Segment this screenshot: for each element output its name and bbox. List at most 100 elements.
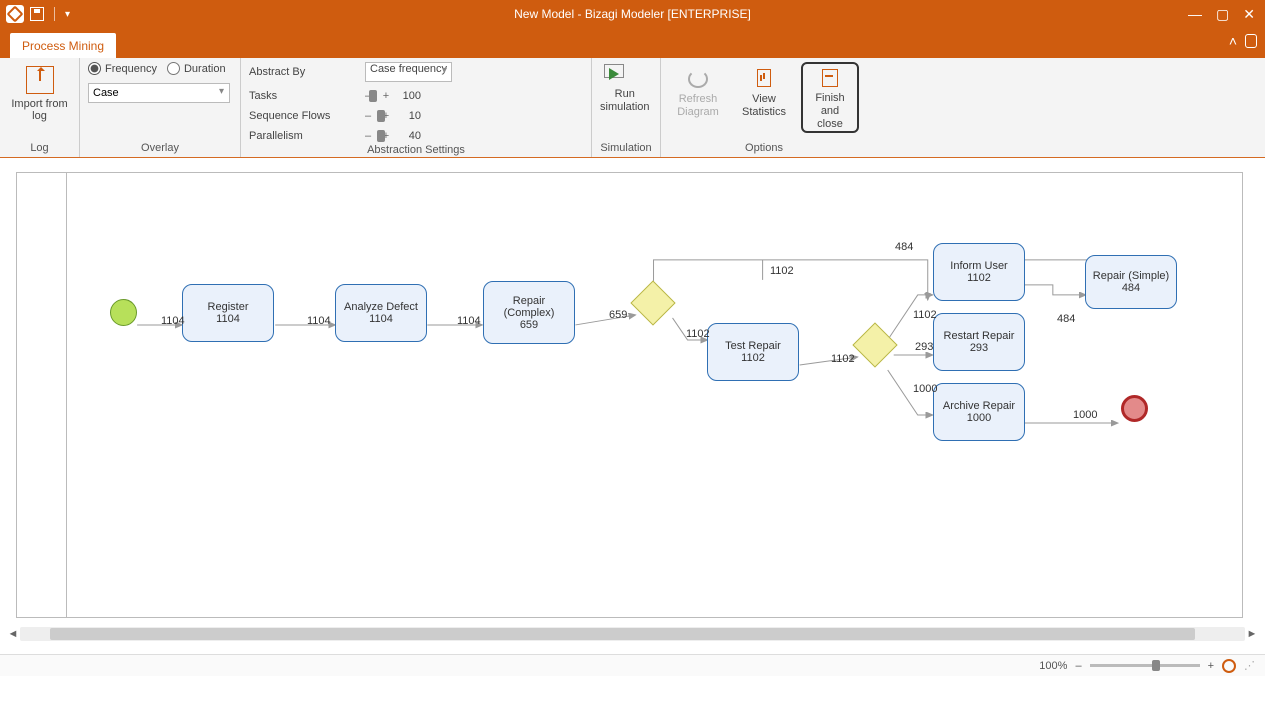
task-register-count: 1104 (216, 313, 240, 325)
collapse-ribbon-icon[interactable]: ˄ (1229, 33, 1237, 49)
flow-label: 484 (895, 241, 913, 253)
zoom-value: 100% (1039, 660, 1067, 672)
parallelism-label: Parallelism (249, 130, 359, 142)
frequency-label: Frequency (105, 63, 157, 75)
finish-and-close-button[interactable]: Finish and close (801, 62, 859, 133)
sequence-flows (17, 173, 1242, 617)
task-register[interactable]: Register 1104 (182, 284, 274, 342)
task-restart-repair-name: Restart Repair (944, 330, 1015, 342)
task-repair-complex[interactable]: Repair (Complex) 659 (483, 281, 575, 344)
flow-label: 1000 (913, 383, 937, 395)
seqflows-value: 10 (395, 110, 421, 122)
import-icon (26, 66, 54, 94)
flow-label: 1104 (307, 315, 331, 327)
refresh-diagram-button: Refresh Diagram (669, 62, 727, 120)
horizontal-scrollbar[interactable]: ◄ ► (6, 626, 1259, 642)
group-caption-options: Options (661, 140, 867, 157)
group-caption-simulation: Simulation (592, 140, 660, 157)
view-statistics-button[interactable]: View Statistics (735, 62, 793, 120)
flow-label: 1102 (770, 265, 794, 277)
flow-label: 484 (1057, 313, 1075, 325)
window-title: New Model - Bizagi Modeler [ENTERPRISE] (0, 7, 1265, 21)
view-stats-label: View Statistics (738, 93, 790, 119)
run-simulation-label: Run simulation (600, 88, 650, 114)
task-test-repair-name: Test Repair (725, 340, 781, 352)
maximize-button[interactable]: ▢ (1216, 6, 1229, 23)
save-icon[interactable] (30, 7, 44, 21)
finish-icon (817, 66, 843, 90)
ribbon-tabs: Process Mining ˄ (0, 28, 1265, 58)
flow-label: 1102 (686, 328, 710, 340)
flow-label: 1102 (913, 309, 937, 321)
qat-dropdown-icon[interactable]: ▾ (65, 9, 70, 20)
flow-label: 659 (609, 309, 627, 321)
task-inform-user[interactable]: Inform User 1102 (933, 243, 1025, 301)
refresh-label: Refresh Diagram (672, 93, 724, 119)
zoom-fit-icon[interactable] (1222, 659, 1236, 673)
scroll-right-icon[interactable]: ► (1245, 628, 1259, 640)
flow-label: 1104 (161, 315, 185, 327)
scroll-left-icon[interactable]: ◄ (6, 628, 20, 640)
run-simulation-button[interactable]: Run simulation (600, 62, 650, 114)
app-logo-icon (6, 5, 24, 23)
tasks-plus[interactable]: + (381, 90, 391, 102)
statistics-icon (751, 67, 777, 91)
chevron-down-icon: ▾ (219, 86, 224, 97)
task-repair-complex-count: 659 (520, 319, 538, 331)
ribbon: Import from log Log Frequency Duration ▾… (0, 58, 1265, 158)
close-button[interactable]: ✕ (1243, 6, 1255, 23)
import-label: Import from log (8, 98, 71, 122)
task-restart-repair-count: 293 (970, 342, 988, 354)
finish-label: Finish and close (805, 92, 855, 131)
duration-label: Duration (184, 63, 226, 75)
end-event[interactable] (1121, 395, 1148, 422)
zoom-out-button[interactable]: – (1075, 660, 1081, 672)
task-analyze-name: Analyze Defect (344, 301, 418, 313)
frequency-radio[interactable]: Frequency (88, 62, 157, 75)
task-repair-simple[interactable]: Repair (Simple) 484 (1085, 255, 1177, 309)
task-test-repair-count: 1102 (741, 352, 765, 364)
start-event[interactable] (110, 299, 137, 326)
minimize-button[interactable]: ― (1188, 6, 1202, 23)
abstract-by-label: Abstract By (249, 66, 359, 78)
group-caption-log: Log (0, 140, 79, 157)
zoom-slider[interactable] (1090, 664, 1200, 667)
zoom-in-button[interactable]: + (1208, 660, 1214, 672)
abstract-by-value: Case frequency (370, 63, 447, 75)
parallelism-minus[interactable]: – (363, 130, 373, 142)
task-archive-repair-count: 1000 (967, 412, 991, 424)
lane-header (17, 173, 67, 617)
import-from-log-button[interactable]: Import from log (8, 62, 71, 122)
tasks-label: Tasks (249, 90, 359, 102)
title-bar: ▾ New Model - Bizagi Modeler [ENTERPRISE… (0, 0, 1265, 28)
task-restart-repair[interactable]: Restart Repair 293 (933, 313, 1025, 371)
tasks-value: 100 (395, 90, 421, 102)
flow-label: 1102 (831, 353, 855, 365)
group-caption-abstraction: Abstraction Settings (241, 142, 591, 159)
task-inform-user-count: 1102 (967, 272, 991, 284)
task-analyze-count: 1104 (369, 313, 393, 325)
abstract-by-select[interactable]: Case frequency (365, 62, 452, 82)
task-test-repair[interactable]: Test Repair 1102 (707, 323, 799, 381)
task-analyze-defect[interactable]: Analyze Defect 1104 (335, 284, 427, 342)
flow-label: 1000 (1073, 409, 1097, 421)
divider (54, 7, 55, 21)
tab-process-mining[interactable]: Process Mining (10, 33, 116, 58)
overlay-select[interactable] (88, 83, 230, 103)
workspace: Register 1104 Analyze Defect 1104 Repair… (0, 158, 1265, 676)
status-bar: 100% – + ⋰ (0, 654, 1265, 676)
seqflows-label: Sequence Flows (249, 110, 359, 122)
resize-grip-icon[interactable]: ⋰ (1244, 659, 1255, 672)
task-register-name: Register (208, 301, 249, 313)
group-caption-overlay: Overlay (80, 140, 240, 157)
diagram-canvas[interactable]: Register 1104 Analyze Defect 1104 Repair… (16, 172, 1243, 618)
help-icon[interactable] (1245, 34, 1257, 48)
gateway-2[interactable] (852, 322, 897, 367)
duration-radio[interactable]: Duration (167, 62, 226, 75)
task-archive-repair[interactable]: Archive Repair 1000 (933, 383, 1025, 441)
flow-label: 293 (915, 341, 933, 353)
task-repair-simple-count: 484 (1122, 282, 1140, 294)
play-icon (600, 62, 628, 86)
seqflows-minus[interactable]: – (363, 110, 373, 122)
gateway-1[interactable] (630, 280, 675, 325)
